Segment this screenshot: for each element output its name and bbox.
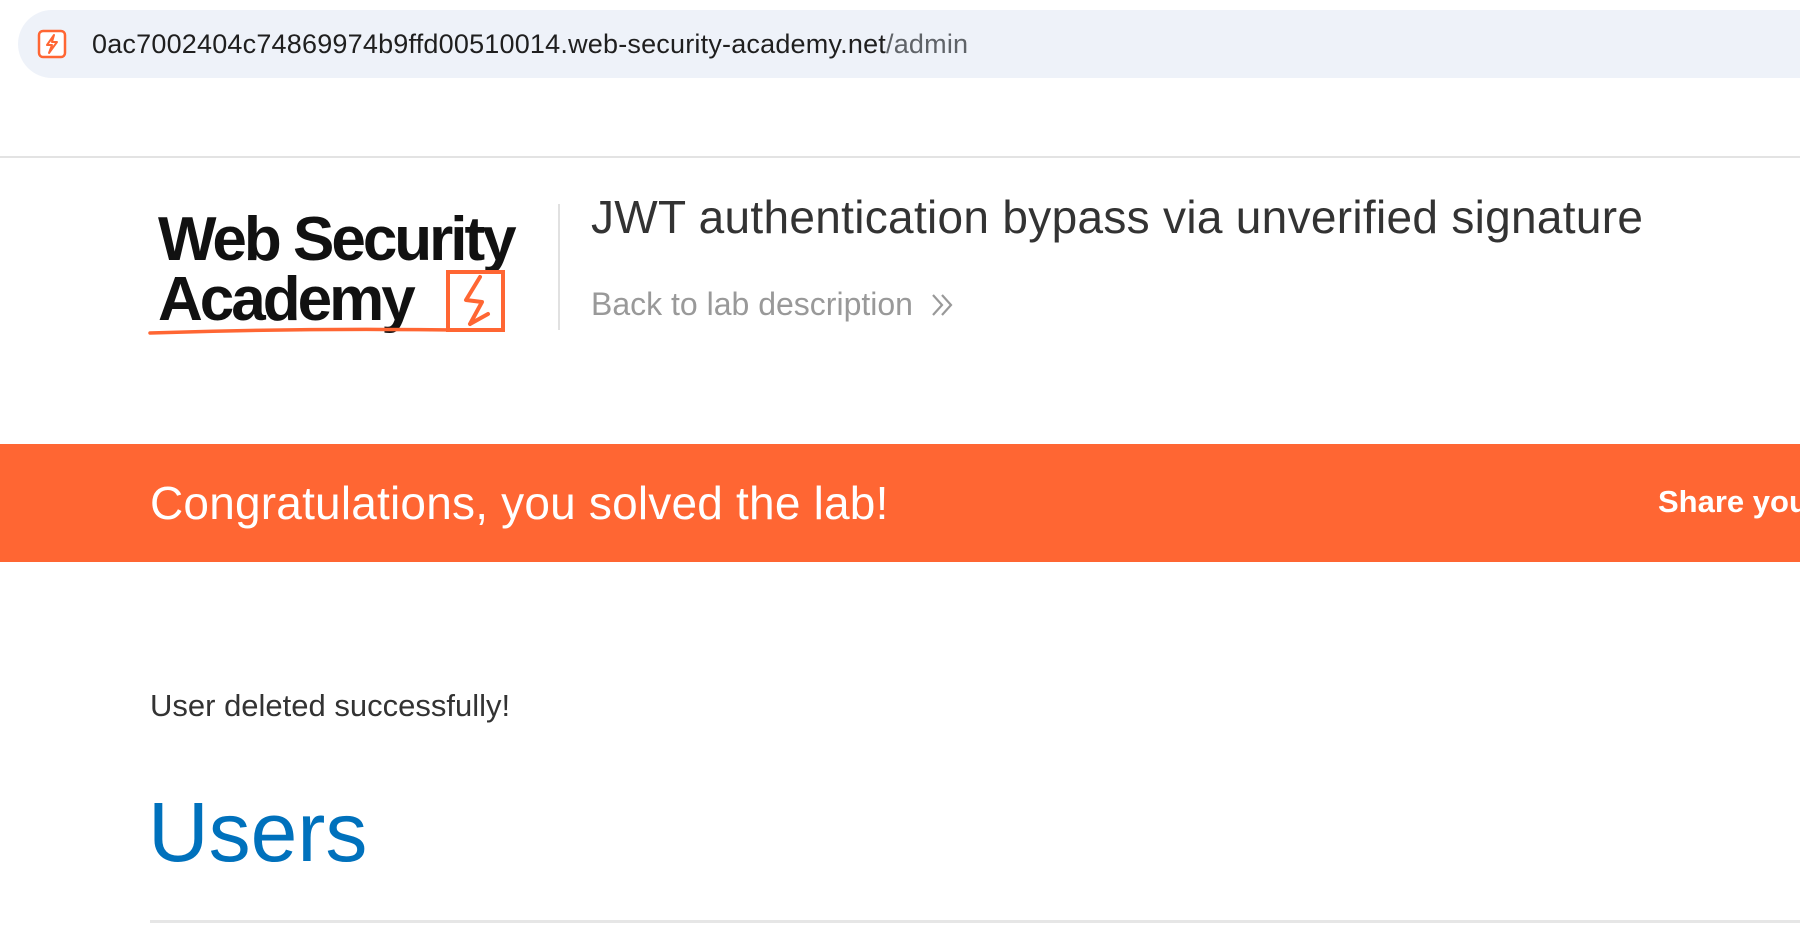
lab-header: Web Security Academy JWT authentication … xyxy=(0,160,1800,444)
address-bar[interactable]: 0ac7002404c74869974b9ffd00510014.web-sec… xyxy=(18,10,1800,78)
users-heading: Users xyxy=(148,785,368,879)
lightning-favicon-icon[interactable] xyxy=(36,28,68,60)
back-link-label: Back to lab description xyxy=(591,286,913,322)
logo-line-1: Web Security xyxy=(158,205,517,274)
lab-title: JWT authentication bypass via unverified… xyxy=(591,191,1644,243)
double-chevron-right-icon xyxy=(932,293,953,316)
back-to-lab-description-link[interactable]: Back to lab description xyxy=(591,286,957,323)
lab-solved-banner: Congratulations, you solved the lab! Sha… xyxy=(0,444,1800,562)
share-link[interactable]: Share you xyxy=(1658,444,1800,560)
url-text[interactable]: 0ac7002404c74869974b9ffd00510014.web-sec… xyxy=(92,10,968,78)
main-content: User deleted successfully! Users xyxy=(0,562,1800,944)
solved-message: Congratulations, you solved the lab! xyxy=(150,477,889,529)
browser-chrome: 0ac7002404c74869974b9ffd00510014.web-sec… xyxy=(0,0,1800,158)
flash-message: User deleted successfully! xyxy=(150,688,511,723)
url-path: /admin xyxy=(886,29,969,59)
web-security-academy-logo[interactable]: Web Security Academy xyxy=(148,202,558,336)
logo-line-2: Academy xyxy=(158,265,416,334)
header-divider xyxy=(558,204,560,330)
url-host: 0ac7002404c74869974b9ffd00510014.web-sec… xyxy=(92,29,886,59)
section-divider xyxy=(150,920,1800,923)
